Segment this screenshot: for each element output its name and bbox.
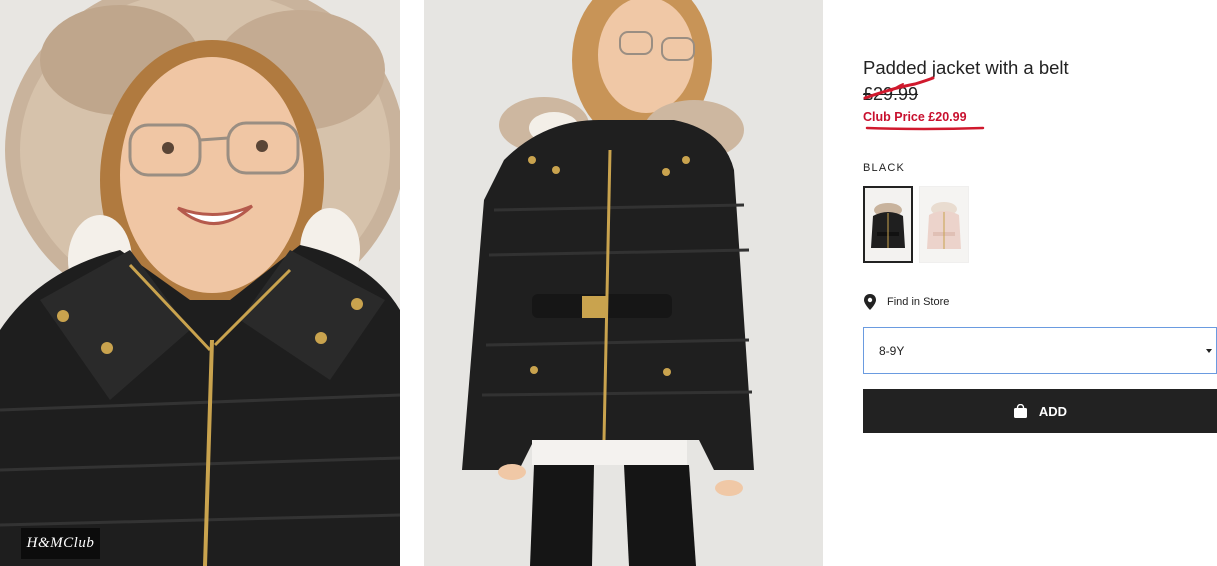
caret-down-icon <box>1206 348 1212 353</box>
product-image-full-graphic <box>424 0 823 566</box>
shopping-bag-icon <box>1013 404 1027 418</box>
pink-jacket-thumbnail <box>920 187 968 262</box>
product-image-full[interactable] <box>424 0 823 566</box>
product-info-panel: Padded jacket with a belt £29.99 Club Pr… <box>863 0 1217 566</box>
size-select[interactable]: 8-9Y <box>863 327 1217 374</box>
original-price: £29.99 <box>863 84 919 104</box>
black-jacket-thumbnail <box>865 188 911 261</box>
add-button-label: ADD <box>1038 403 1068 419</box>
selected-color-name: BLACK <box>863 162 906 174</box>
club-price: Club Price £20.99 <box>863 110 967 124</box>
hm-club-badge: H&MClub <box>21 528 100 559</box>
add-to-bag-button[interactable]: ADD <box>863 389 1217 433</box>
find-in-store-label: Find in Store <box>887 296 950 308</box>
color-swatch-black[interactable] <box>863 186 913 263</box>
color-swatch-pink[interactable] <box>919 186 969 263</box>
product-title: Padded jacket with a belt <box>863 57 1069 78</box>
product-image-closeup[interactable]: H&MClub <box>0 0 400 566</box>
product-image-closeup-graphic <box>0 0 400 566</box>
size-select-value: 8-9Y <box>879 343 905 358</box>
find-in-store-link[interactable]: Find in Store <box>863 294 949 310</box>
map-pin-icon <box>864 294 876 310</box>
